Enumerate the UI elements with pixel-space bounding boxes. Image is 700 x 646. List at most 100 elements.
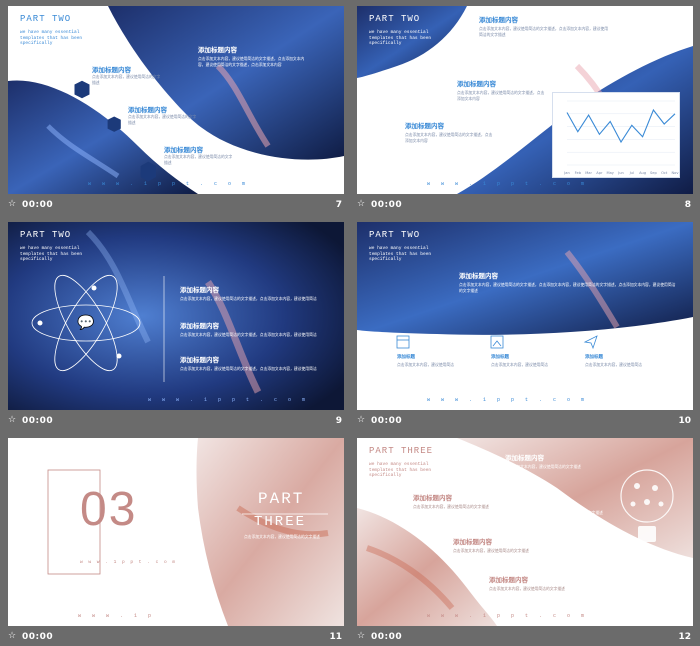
body-1: 点击添加文本内容，建议使用简洁的文字描述，点击添加文本内容，建议使用简洁 [180, 296, 317, 301]
slide-number: 10 [678, 416, 691, 426]
slide-11-footer: ☆ 00:00 11 [8, 630, 344, 646]
star-icon: ☆ [357, 631, 366, 641]
slide-9: 💬 PART TWO we have many essential templa… [8, 222, 344, 410]
heading-1: 添加标题内容 [505, 454, 544, 462]
tagline: we have many essential templates that ha… [369, 246, 432, 262]
slide-number: 9 [335, 416, 342, 426]
heading-4: 添加标题内容 [453, 538, 492, 546]
x-tick-label: Feb [575, 171, 582, 175]
slide-12: PART THREE we have many essential templa… [357, 438, 693, 626]
feature-1-body: 点击添加文本内容，建议使用简洁 [397, 362, 454, 367]
body-3: 点击添加文本内容，建议使用简洁的文字描述，点击添加文本内容 [405, 132, 493, 143]
subtitle-body: 点击添加文本内容，建议使用简洁的文字描述 [244, 534, 320, 539]
body-2: 点击添加文本内容，建议使用简洁的文字描述，点击添加文本内容，建议使用简洁 [180, 332, 317, 337]
chat-icon: 💬 [77, 315, 95, 331]
feature-3-body: 点击添加文本内容，建议使用简洁 [585, 362, 642, 367]
heading: 添加标题内容 [459, 272, 498, 280]
part-label: PART THREE [369, 446, 434, 456]
slide-time: 00:00 [22, 200, 54, 210]
slide-8: PART TWO we have many essential template… [357, 6, 693, 194]
tagline: we have many essential templates that ha… [369, 30, 432, 46]
feature-2-body: 点击添加文本内容，建议使用简洁 [491, 362, 548, 367]
body-2: 点击添加文本内容，建议使用简洁的文字描述，点击添加文本内容 [457, 90, 545, 101]
heading-b: 添加标题内容 [128, 106, 167, 114]
body-1: 点击添加文本内容，建议使用简洁的文字描述 [505, 464, 581, 469]
part-label: PART TWO [369, 230, 421, 240]
url-small: w w w . 1 p p t . c o m [80, 560, 177, 565]
heading-2: 添加标题内容 [180, 322, 219, 330]
x-tick-label: Apr [596, 171, 603, 175]
x-tick-label: Jan [563, 171, 570, 175]
tagline: we have many essential templates that ha… [20, 246, 83, 262]
slide-7-footer: ☆ 00:00 7 [8, 198, 344, 216]
slide-time: 00:00 [22, 416, 54, 426]
x-tick-label: Jul [629, 171, 634, 175]
x-tick-label: Jun [617, 171, 624, 175]
part-title-line1: PART [258, 490, 305, 508]
slide-time: 00:00 [22, 632, 54, 642]
body-2: 点击添加文本内容，建议使用简洁的文字描述 [527, 510, 603, 515]
part-label: PART TWO [20, 230, 72, 240]
slide-11-background [47, 438, 344, 626]
url-text: w w w . 1 p p t . c o m [427, 613, 589, 619]
body-3: 点击添加文本内容，建议使用简洁的文字描述，点击添加文本内容，建议使用简洁 [180, 366, 317, 371]
url-text: w w w . 1 p p t . c o m [148, 397, 310, 403]
x-tick-label: Sep [650, 171, 657, 175]
slide-10-footer: ☆ 00:00 10 [357, 414, 693, 432]
heading-3: 添加标题内容 [413, 494, 452, 502]
feature-1-title: 添加标题 [397, 355, 415, 360]
feature-3-title: 添加标题 [585, 355, 603, 360]
url-text: w w w . 1 p [78, 613, 156, 619]
url-text: w w w . 1 p p t . c o m [427, 181, 589, 187]
slide-10: PART TWO we have many essential template… [357, 222, 693, 410]
star-icon: ☆ [8, 199, 17, 209]
star-icon: ☆ [357, 415, 366, 425]
slide-time: 00:00 [371, 200, 403, 210]
body-a: 点击添加文本内容，建议使用简洁的文字描述 [92, 74, 161, 85]
x-tick-label: Nov [671, 171, 679, 175]
body-c: 点击添加文本内容，建议使用简洁的文字描述 [164, 154, 233, 165]
heading-3: 添加标题内容 [405, 122, 444, 130]
section-number: 03 [80, 483, 138, 536]
part-label: PART TWO [369, 14, 421, 24]
calendar-icon [396, 335, 410, 349]
send-icon [583, 335, 598, 350]
part-label: PART TWO [20, 14, 72, 24]
star-icon: ☆ [357, 199, 366, 209]
heading-main: 添加标题内容 [198, 46, 237, 54]
body: 点击添加文本内容，建议使用简洁的文字描述，点击添加文本内容，建议使用简洁的文字描… [459, 282, 676, 293]
line-chart-svg: Jan Feb Mar Apr May Jun Jul Aug Sep Oct Nov [563, 100, 679, 175]
url-text: w w w . 1 p p t . c o m [427, 397, 589, 403]
slide-7: PART TWO we have many essential template… [8, 6, 344, 194]
tagline: we have many essential templates that ha… [369, 462, 432, 478]
image-icon [490, 335, 504, 349]
series-line [566, 108, 676, 144]
line-chart: Jan Feb Mar Apr May Jun Jul Aug Sep Oct Nov [552, 92, 680, 178]
body-main: 点击添加文本内容，建议使用简洁的文字描述，点击添加文本内容，建议使用简洁的文字描… [198, 56, 305, 67]
heading-5: 添加标题内容 [489, 576, 528, 584]
slide-time: 00:00 [371, 632, 403, 642]
feature-2-title: 添加标题 [491, 355, 509, 360]
slide-number: 7 [335, 200, 342, 210]
heading-c: 添加标题内容 [164, 146, 203, 154]
heading-3: 添加标题内容 [180, 356, 219, 364]
slide-8-footer: ☆ 00:00 8 [357, 198, 693, 216]
heading-2: 添加标题内容 [527, 500, 566, 508]
body-1: 点击添加文本内容，建议使用简洁的文字描述，点击添加文本内容，建议使用简洁的文字描… [479, 26, 609, 37]
x-tick-label: Mar [585, 171, 592, 175]
x-tick-label: Oct [661, 171, 668, 175]
slide-time: 00:00 [371, 416, 403, 426]
heading-2: 添加标题内容 [457, 80, 496, 88]
star-icon: ☆ [8, 631, 17, 641]
x-tick-label: Aug [639, 171, 646, 175]
slide-11: 03 PART THREE 点击添加文本内容，建议使用简洁的文字描述 w w w… [8, 438, 344, 626]
body-5: 点击添加文本内容，建议使用简洁的文字描述 [489, 586, 565, 591]
heading-a: 添加标题内容 [92, 66, 131, 74]
slide-number: 11 [329, 632, 342, 642]
body-3: 点击添加文本内容，建议使用简洁的文字描述 [413, 504, 489, 509]
tagline: we have many essential templates that ha… [20, 30, 83, 46]
part-title-line2: THREE [254, 514, 307, 530]
slide-number: 12 [678, 632, 691, 642]
star-icon: ☆ [8, 415, 17, 425]
heading-1: 添加标题内容 [479, 16, 518, 24]
